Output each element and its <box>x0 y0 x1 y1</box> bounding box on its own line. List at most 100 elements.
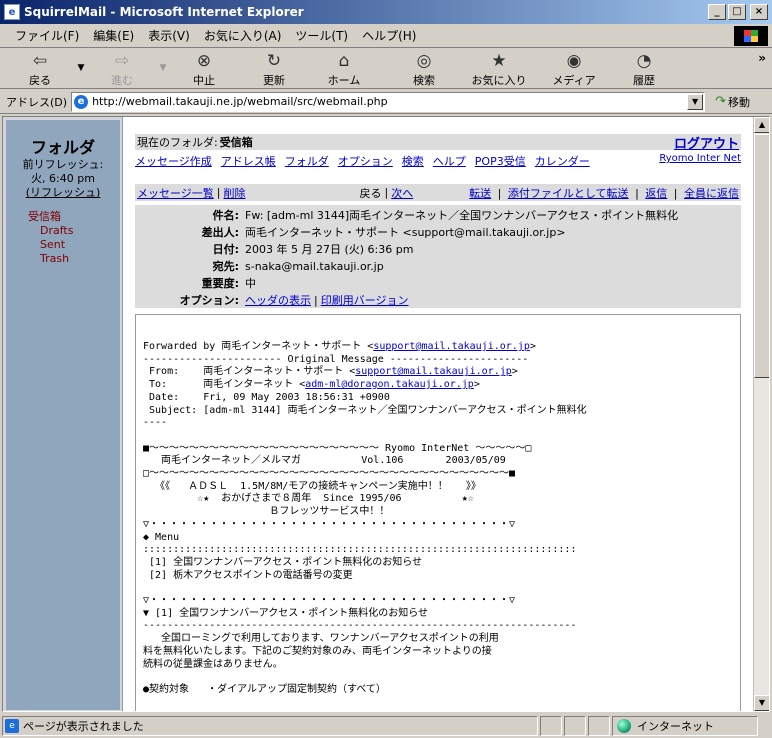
ie-app-icon: e <box>4 4 20 20</box>
next-link[interactable]: 次へ <box>391 185 413 201</box>
status-cell-2 <box>564 716 586 736</box>
address-label: アドレス(D) <box>6 95 68 109</box>
reply-link[interactable]: 返信 <box>645 187 667 200</box>
message-headers: 件名: Fw: [adm-ml 3144]両毛インターネット／全国ワンナンバーアク… <box>135 205 741 308</box>
message-pane: 現在のフォルダ: 受信箱 ログアウト メッセージ作成 アドレス帳 フォルダ オプ… <box>124 117 753 711</box>
forward-button[interactable]: ⇨ 進む <box>92 49 152 89</box>
message-body: Forwarded by 両毛インターネット・サポート <support@mai… <box>143 341 587 695</box>
status-cell-1 <box>540 716 562 736</box>
from-value: 両毛インターネット・サポート <support@mail.takauji.or.… <box>245 226 566 239</box>
address-field[interactable]: e ▼ <box>71 91 706 112</box>
stop-button[interactable]: ⊗ 中止 <box>174 49 234 89</box>
priority-value: 中 <box>245 277 256 290</box>
favorites-icon: ★ <box>491 51 507 71</box>
back-button[interactable]: ⇦ 戻る <box>10 49 70 89</box>
menu-bar: ファイル(F) 編集(E) 表示(V) お気に入り(A) ツール(T) ヘルプ(… <box>0 24 772 48</box>
scroll-down-icon[interactable]: ▼ <box>754 695 769 711</box>
subject-label: 件名: <box>212 209 239 222</box>
last-refresh-label: 前リフレッシュ: <box>22 158 104 171</box>
nav-help[interactable]: ヘルプ <box>433 153 466 169</box>
refresh-button[interactable]: ↻ 更新 <box>244 49 304 89</box>
toolbar-more-icon[interactable]: » <box>758 51 766 65</box>
subject-value: Fw: [adm-ml 3144]両毛インターネット／全国ワンナンバーアクセス・… <box>245 209 679 222</box>
print-view-link[interactable]: 印刷用バージョン <box>321 294 409 307</box>
forward-dropdown-icon[interactable]: ▼ <box>152 49 174 89</box>
folder-list: 受信箱 Drafts Sent Trash <box>6 210 120 266</box>
view-headers-link[interactable]: ヘッダの表示 <box>245 294 311 307</box>
message-body-frame: Forwarded by 両毛インターネット・サポート <support@mai… <box>135 314 741 711</box>
message-action-bar: メッセージ一覧 | 削除 戻る | 次へ 転送 | 添付ファイルとして転送 | … <box>135 184 741 201</box>
back-arrow-icon: ⇦ <box>32 51 48 71</box>
status-bar: e ページが表示されました インターネット <box>0 714 772 738</box>
nav-addresses[interactable]: アドレス帳 <box>221 153 276 169</box>
nav-pop3[interactable]: POP3受信 <box>475 153 526 169</box>
nav-calendar[interactable]: カレンダー <box>535 153 590 169</box>
history-button[interactable]: ◔ 履歴 <box>614 49 674 89</box>
address-bar: アドレス(D) e ▼ ↷ 移動 <box>0 90 772 114</box>
favorites-button[interactable]: ★ お気に入り <box>464 49 534 89</box>
reply-all-link[interactable]: 全員に返信 <box>684 187 739 200</box>
date-value: 2003 年 5 月 27日 (火) 6:36 pm <box>245 243 414 256</box>
search-icon: ◎ <box>416 51 432 71</box>
search-button[interactable]: ◎ 検索 <box>394 49 454 89</box>
address-input[interactable] <box>92 95 688 108</box>
home-button[interactable]: ⌂ ホーム <box>314 49 374 89</box>
forward-attachment-link[interactable]: 添付ファイルとして転送 <box>508 187 629 200</box>
toolbar: ⇦ 戻る ▼ ⇨ 進む ▼ ⊗ 中止 ↻ 更新 ⌂ ホーム ◎ 検索 ★ お気に… <box>0 49 772 89</box>
main-nav: メッセージ作成 アドレス帳 フォルダ オプション 検索 ヘルプ POP3受信 カ… <box>135 153 741 169</box>
refresh-link[interactable]: (リフレッシュ) <box>26 186 101 199</box>
media-button[interactable]: ◉ メディア <box>544 49 604 89</box>
nav-folders[interactable]: フォルダ <box>285 153 329 169</box>
folder-drafts[interactable]: Drafts <box>28 224 120 238</box>
menu-help[interactable]: ヘルプ(H) <box>355 27 423 44</box>
folder-inbox[interactable]: 受信箱 <box>28 210 120 224</box>
folder-pane: フォルダ 前リフレッシュ: 火, 6:40 pm (リフレッシュ) 受信箱 Dr… <box>3 117 123 711</box>
message-list-link[interactable]: メッセージ一覧 <box>137 185 214 201</box>
close-button[interactable]: × <box>750 4 768 20</box>
minimize-button[interactable]: _ <box>708 4 726 20</box>
status-zone: インターネット <box>612 716 758 736</box>
menu-favorites[interactable]: お気に入り(A) <box>197 27 289 44</box>
home-icon: ⌂ <box>338 51 350 71</box>
delete-link[interactable]: 削除 <box>224 185 246 201</box>
maximize-button[interactable]: □ <box>728 4 746 20</box>
page-done-icon: e <box>5 719 19 733</box>
title-bar: e SquirrelMail - Microsoft Internet Expl… <box>0 0 772 24</box>
forward-link[interactable]: 転送 <box>469 187 491 200</box>
last-refresh-time: 火, 6:40 pm <box>31 172 95 185</box>
to-value: s-naka@mail.takauji.or.jp <box>245 260 384 273</box>
history-icon: ◔ <box>636 51 652 71</box>
menu-edit[interactable]: 編集(E) <box>86 27 141 44</box>
vertical-scrollbar[interactable]: ▲ ▼ <box>753 117 769 711</box>
zone-text: インターネット <box>637 720 714 733</box>
forward-arrow-icon: ⇨ <box>114 51 130 71</box>
support-email-link[interactable]: support@mail.takauji.or.jp <box>373 341 530 352</box>
to-label: 宛先: <box>212 260 239 273</box>
nav-options[interactable]: オプション <box>338 153 393 169</box>
menu-file[interactable]: ファイル(F) <box>8 27 86 44</box>
back-dropdown-icon[interactable]: ▼ <box>70 49 92 89</box>
logout-link[interactable]: ログアウト <box>674 133 741 152</box>
scroll-thumb[interactable] <box>754 134 769 378</box>
priority-label: 重要度: <box>201 277 239 290</box>
from-email-link[interactable]: support@mail.takauji.or.jp <box>355 366 512 377</box>
page-icon: e <box>74 94 89 109</box>
folder-sent[interactable]: Sent <box>28 238 120 252</box>
scroll-up-icon[interactable]: ▲ <box>754 117 769 133</box>
internet-globe-icon <box>617 719 631 733</box>
status-main: e ページが表示されました <box>2 716 538 736</box>
ryomo-link[interactable]: Ryomo Inter Net <box>659 153 741 169</box>
folder-trash[interactable]: Trash <box>28 252 120 266</box>
current-folder-label: 現在のフォルダ: <box>137 136 218 149</box>
go-button[interactable]: ↷ 移動 <box>715 94 750 110</box>
menu-view[interactable]: 表示(V) <box>141 27 197 44</box>
media-icon: ◉ <box>566 51 582 71</box>
current-folder-bar: 現在のフォルダ: 受信箱 ログアウト <box>135 133 741 152</box>
to-email-link[interactable]: adm-ml@doragon.takauji.or.jp <box>305 379 474 390</box>
nav-compose[interactable]: メッセージ作成 <box>135 153 212 169</box>
status-text: ページが表示されました <box>23 720 144 733</box>
nav-search[interactable]: 検索 <box>402 153 424 169</box>
menu-tools[interactable]: ツール(T) <box>288 27 355 44</box>
address-dropdown-icon[interactable]: ▼ <box>687 93 704 110</box>
date-label: 日付: <box>212 243 239 256</box>
